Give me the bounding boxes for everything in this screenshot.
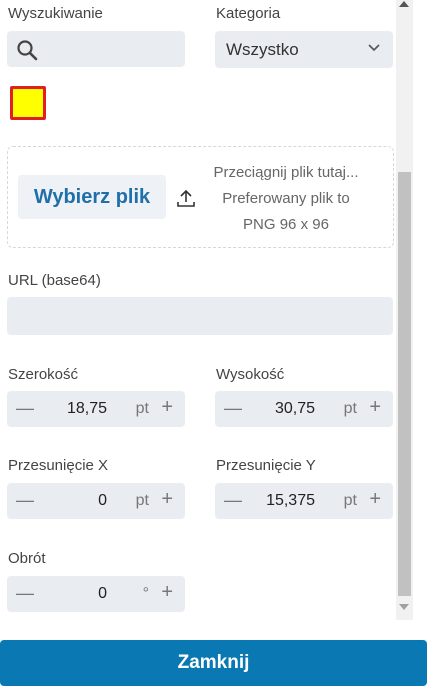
offset-x-value[interactable]: 0 xyxy=(98,492,107,510)
close-button[interactable]: Zamknij xyxy=(0,640,427,686)
category-label: Kategoria xyxy=(216,5,281,22)
rotation-value[interactable]: 0 xyxy=(98,585,107,603)
choose-file-button[interactable]: Wybierz plik xyxy=(18,175,166,219)
height-unit: pt xyxy=(343,400,357,417)
search-label: Wyszukiwanie xyxy=(8,5,103,22)
height-label: Wysokość xyxy=(216,366,285,383)
dropzone-hint: Przeciągnij plik tutaj... Preferowany pl… xyxy=(200,160,372,238)
scrollbar-thumb[interactable] xyxy=(398,172,411,596)
offset-y-decrement-button[interactable]: — xyxy=(224,490,242,511)
offset-y-stepper[interactable]: — 15,375 pt + xyxy=(215,483,393,519)
rotation-unit: ° xyxy=(142,585,149,602)
upload-icon xyxy=(177,189,195,207)
offset-y-unit: pt xyxy=(343,492,357,509)
preferred-file-size-text: PNG 96 x 96 xyxy=(243,216,329,233)
rotation-increment-button[interactable]: + xyxy=(161,581,173,604)
color-swatch[interactable] xyxy=(10,86,46,120)
drop-hint-text: Przeciągnij plik tutaj... xyxy=(213,164,359,181)
scroll-down-arrow-icon[interactable] xyxy=(399,604,409,610)
width-increment-button[interactable]: + xyxy=(161,396,173,419)
rotation-decrement-button[interactable]: — xyxy=(16,583,34,604)
width-stepper[interactable]: — 18,75 pt + xyxy=(7,391,185,427)
offset-y-increment-button[interactable]: + xyxy=(369,488,381,511)
offset-y-value[interactable]: 15,375 xyxy=(266,492,315,510)
url-label: URL (base64) xyxy=(8,272,101,289)
search-input[interactable] xyxy=(7,31,185,67)
offset-x-unit: pt xyxy=(135,492,149,509)
chevron-down-icon xyxy=(368,44,380,52)
height-value[interactable]: 30,75 xyxy=(275,400,315,418)
scroll-up-arrow-icon[interactable] xyxy=(399,1,409,7)
width-decrement-button[interactable]: — xyxy=(16,398,34,419)
search-icon xyxy=(17,40,38,61)
offset-x-label: Przesunięcie X xyxy=(8,457,109,474)
rotation-stepper[interactable]: — 0 ° + xyxy=(7,576,185,612)
offset-x-stepper[interactable]: — 0 pt + xyxy=(7,483,185,519)
height-stepper[interactable]: — 30,75 pt + xyxy=(215,391,393,427)
rotation-label: Obrót xyxy=(8,550,46,567)
height-decrement-button[interactable]: — xyxy=(224,398,242,419)
width-unit: pt xyxy=(135,400,149,417)
offset-x-increment-button[interactable]: + xyxy=(161,488,173,511)
preferred-file-text: Preferowany plik to xyxy=(222,190,350,207)
category-selected-value: Wszystko xyxy=(226,40,299,59)
width-value[interactable]: 18,75 xyxy=(67,400,107,418)
offset-y-label: Przesunięcie Y xyxy=(216,457,316,474)
url-input[interactable] xyxy=(7,297,393,335)
width-label: Szerokość xyxy=(8,366,79,383)
height-increment-button[interactable]: + xyxy=(369,396,381,419)
category-select[interactable]: Wszystko xyxy=(215,31,393,68)
offset-x-decrement-button[interactable]: — xyxy=(16,490,34,511)
